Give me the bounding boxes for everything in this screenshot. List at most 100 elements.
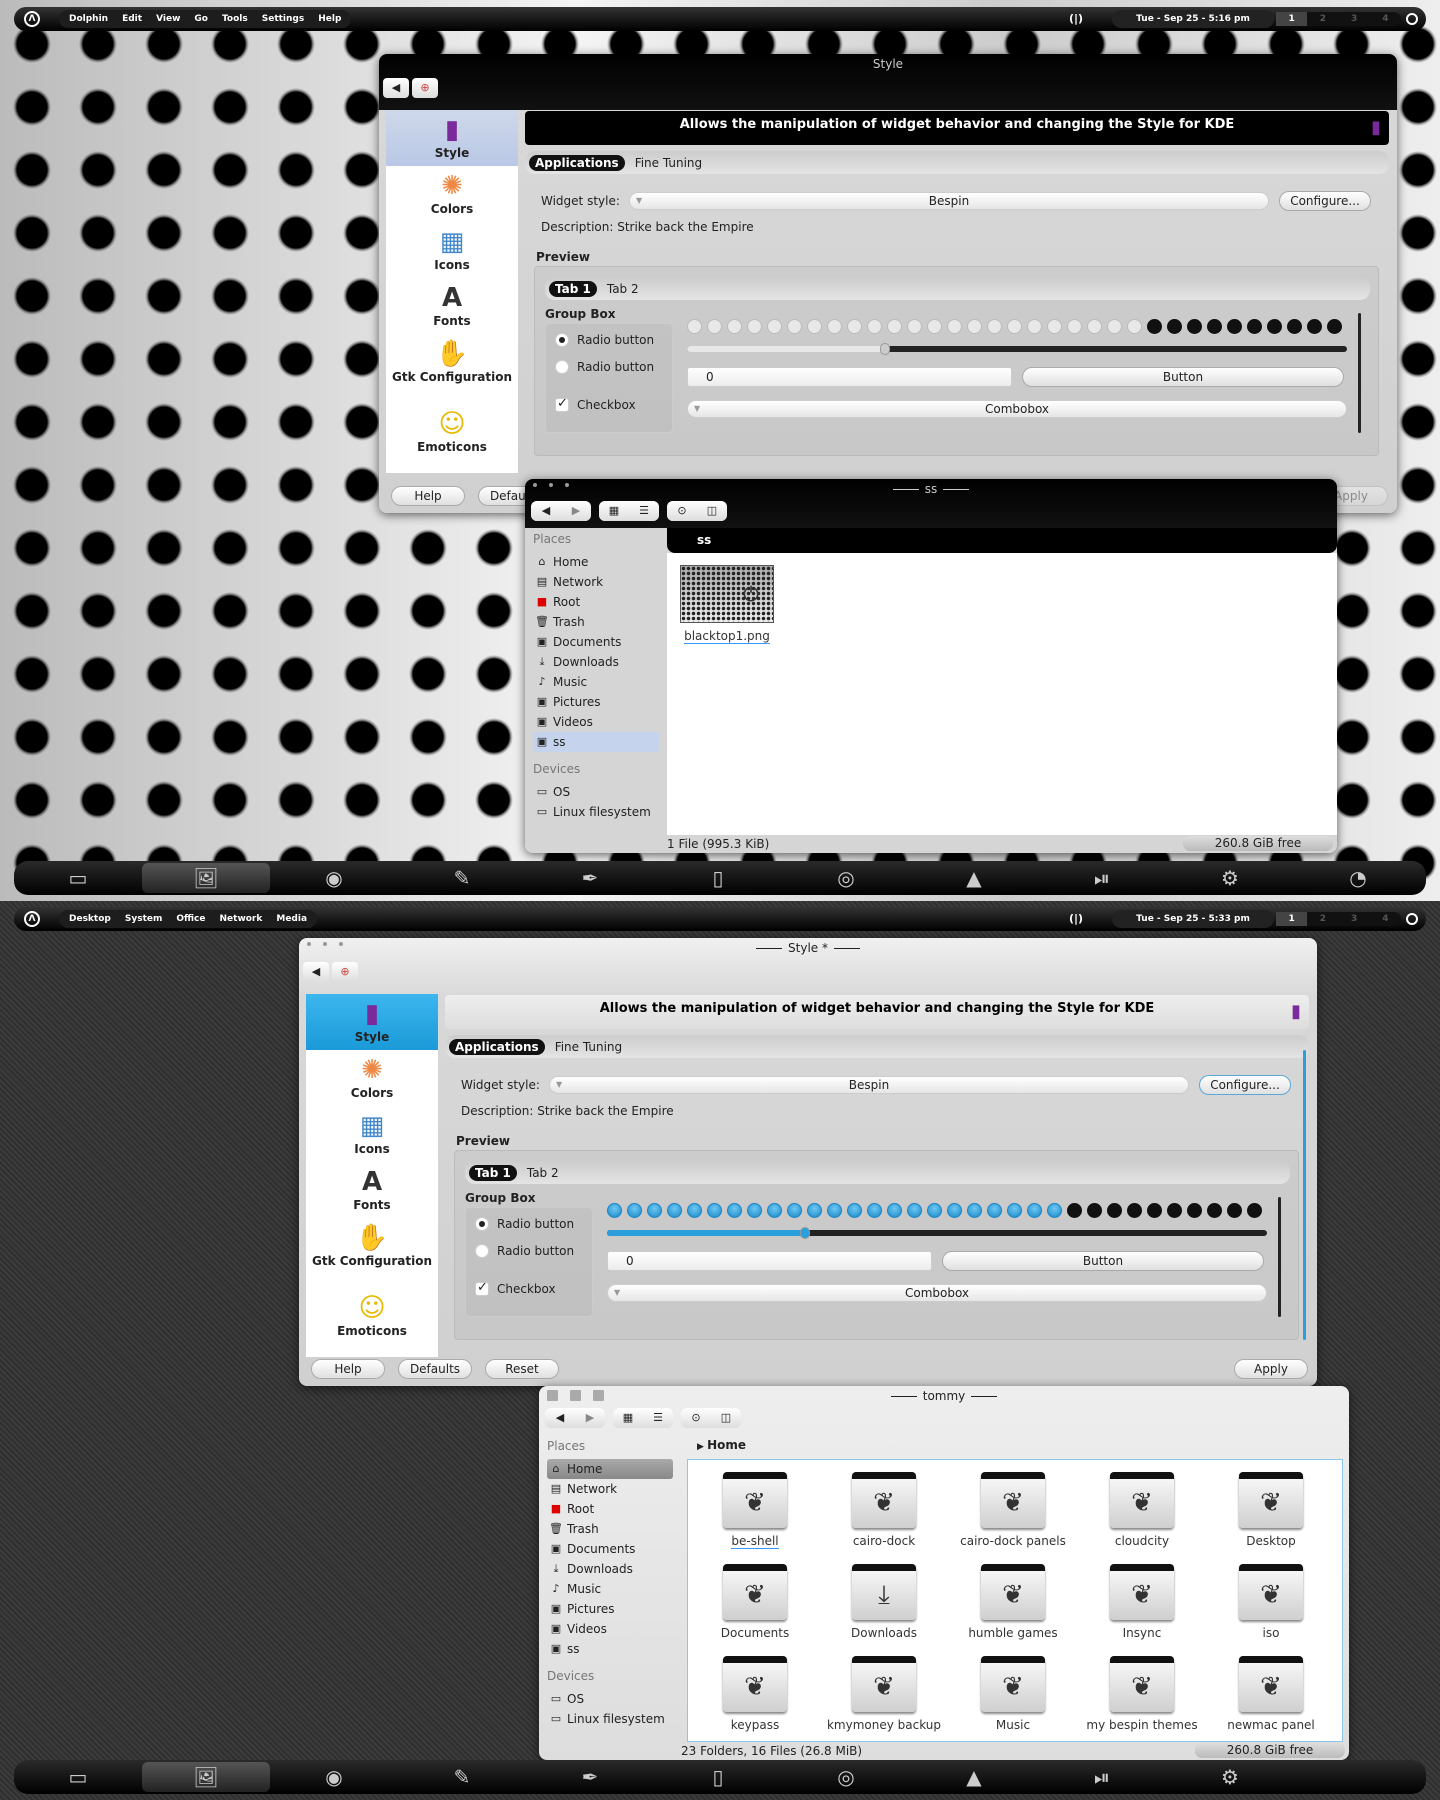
- back-button[interactable]: ◀: [545, 1408, 575, 1428]
- help-button[interactable]: Help: [311, 1359, 385, 1379]
- pen-icon[interactable]: ✒: [526, 1762, 654, 1792]
- file-item[interactable]: ❦ humble games: [954, 1564, 1072, 1640]
- settings-icon[interactable]: ⚙: [1166, 1762, 1294, 1792]
- preview-combobox[interactable]: ▼ Combobox: [607, 1284, 1267, 1302]
- maximize-button[interactable]: [593, 1390, 604, 1401]
- details-view-button[interactable]: ☰: [643, 1408, 673, 1428]
- menu-system[interactable]: System: [125, 914, 163, 924]
- preview-button[interactable]: ⊙: [667, 501, 697, 521]
- checkbox[interactable]: Checkbox: [555, 396, 636, 412]
- pen-icon[interactable]: ✒: [526, 863, 654, 893]
- tab-fine-tuning[interactable]: Fine Tuning: [555, 1040, 622, 1054]
- radio-button-2[interactable]: Radio button: [475, 1244, 574, 1258]
- place-videos[interactable]: ▣ Videos: [547, 1619, 673, 1639]
- file-item[interactable]: ❦ cairo-dock: [825, 1472, 943, 1548]
- media-player-icon[interactable]: ⏯: [1038, 863, 1166, 893]
- preview-button[interactable]: Button: [942, 1251, 1264, 1271]
- help-button[interactable]: Help: [391, 486, 465, 506]
- settings-icon[interactable]: ⚙: [1166, 863, 1294, 893]
- widget-style-combo[interactable]: ▼ Bespin: [549, 1076, 1189, 1094]
- clock[interactable]: Tue - Sep 25 - 5:16 pm: [1112, 10, 1274, 28]
- menu-view[interactable]: View: [156, 14, 180, 24]
- radio-button-2[interactable]: Radio button: [555, 360, 654, 374]
- place-home[interactable]: ⌂ Home: [547, 1459, 673, 1479]
- power-icon[interactable]: [1406, 913, 1418, 925]
- launcher-icon[interactable]: Λ: [24, 911, 40, 927]
- device-os[interactable]: ▭ OS: [533, 782, 659, 802]
- device-linux-filesystem[interactable]: ▭ Linux filesystem: [533, 802, 659, 822]
- split-button[interactable]: ◫: [697, 501, 727, 521]
- place-ss[interactable]: ▣ ss: [547, 1639, 673, 1659]
- forward-button[interactable]: ▶: [561, 501, 591, 521]
- configure-button[interactable]: Configure...: [1279, 191, 1371, 211]
- place-root[interactable]: ■ Root: [533, 592, 659, 612]
- minimize-button[interactable]: [570, 1390, 581, 1401]
- minimize-button[interactable]: [323, 942, 327, 946]
- tv-icon[interactable]: ▯: [654, 863, 782, 893]
- forward-button[interactable]: ▶: [575, 1408, 605, 1428]
- menu-tools[interactable]: Tools: [222, 14, 248, 24]
- power-icon[interactable]: [1406, 13, 1418, 25]
- file-item[interactable]: ❦ Desktop: [1212, 1472, 1330, 1548]
- device-linux-filesystem[interactable]: ▭ Linux filesystem: [547, 1709, 673, 1729]
- menu-dolphin[interactable]: Dolphin: [69, 14, 108, 24]
- file-item[interactable]: ❦ Documents: [696, 1564, 814, 1640]
- preview-button[interactable]: Button: [1022, 367, 1344, 387]
- sidebar-item-icons[interactable]: ▦ Icons: [386, 222, 518, 278]
- place-pictures[interactable]: ▣ Pictures: [547, 1599, 673, 1619]
- preview-combobox[interactable]: ▼ Combobox: [687, 400, 1347, 418]
- details-view-button[interactable]: ☰: [629, 501, 659, 521]
- file-item[interactable]: ❦ cloudcity: [1083, 1472, 1201, 1548]
- menu-network[interactable]: Network: [220, 914, 263, 924]
- cd-icon[interactable]: ◎: [782, 863, 910, 893]
- workspace-4[interactable]: 4: [1370, 12, 1401, 26]
- defaults-button[interactable]: Defaults: [398, 1359, 472, 1379]
- sidebar-item-gtk-configuration[interactable]: ✋ Gtk Configuration: [386, 334, 518, 404]
- sidebar-item-fonts[interactable]: A Fonts: [306, 1162, 438, 1218]
- sidebar-item-colors[interactable]: ✺ Colors: [306, 1050, 438, 1106]
- slider-handle[interactable]: [800, 1227, 810, 1239]
- file-item[interactable]: ❦ iso: [1212, 1564, 1330, 1640]
- back-button[interactable]: ◀: [531, 501, 561, 521]
- tray-indicator[interactable]: (|): [1069, 12, 1083, 25]
- place-home[interactable]: ⌂ Home: [533, 552, 659, 572]
- file-item[interactable]: ⤓ Downloads: [825, 1564, 943, 1640]
- minimize-button[interactable]: [549, 483, 553, 487]
- terminal-icon[interactable]: ▭: [14, 1762, 142, 1792]
- launcher-icon[interactable]: Λ: [24, 11, 40, 27]
- workspace-1[interactable]: 1: [1276, 912, 1308, 926]
- sidebar-item-style[interactable]: ▮ Style: [306, 994, 438, 1050]
- main-scrollbar[interactable]: [1303, 1050, 1306, 1340]
- workspace-2[interactable]: 2: [1307, 12, 1338, 26]
- menu-media[interactable]: Media: [276, 914, 307, 924]
- place-downloads[interactable]: ⤓ Downloads: [547, 1559, 673, 1579]
- workspace-2[interactable]: 2: [1307, 912, 1338, 926]
- icons-view-button[interactable]: ▦: [599, 501, 629, 521]
- place-trash[interactable]: 🗑 Trash: [547, 1519, 673, 1539]
- breadcrumb[interactable]: ▶ Home: [681, 1433, 1349, 1458]
- place-root[interactable]: ■ Root: [547, 1499, 673, 1519]
- sidebar-item-icons[interactable]: ▦ Icons: [306, 1106, 438, 1162]
- menu-settings[interactable]: Settings: [262, 14, 304, 24]
- split-button[interactable]: ◫: [711, 1408, 741, 1428]
- place-documents[interactable]: ▣ Documents: [547, 1539, 673, 1559]
- terminal-icon[interactable]: ▭: [14, 863, 142, 893]
- place-documents[interactable]: ▣ Documents: [533, 632, 659, 652]
- workspace-1[interactable]: 1: [1276, 12, 1308, 26]
- menu-edit[interactable]: Edit: [122, 14, 142, 24]
- preview-tab-1[interactable]: Tab 1: [549, 280, 597, 297]
- eye-icon[interactable]: ◔: [1294, 863, 1422, 893]
- place-videos[interactable]: ▣ Videos: [533, 712, 659, 732]
- slider-handle[interactable]: [880, 343, 890, 355]
- file-item[interactable]: ❦ Music: [954, 1656, 1072, 1732]
- place-pictures[interactable]: ▣ Pictures: [533, 692, 659, 712]
- spinbox[interactable]: 0: [687, 367, 1012, 387]
- text-editor-icon[interactable]: ✎: [398, 863, 526, 893]
- tv-icon[interactable]: ▯: [654, 1762, 782, 1792]
- place-downloads[interactable]: ⤓ Downloads: [533, 652, 659, 672]
- preview-button[interactable]: ⊙: [681, 1408, 711, 1428]
- sidebar-item-style[interactable]: ▮ Style: [386, 110, 518, 166]
- preview-scrollbar[interactable]: [1278, 1197, 1281, 1317]
- close-button[interactable]: [307, 942, 311, 946]
- sidebar-item-emoticons[interactable]: ☺ Emoticons: [306, 1288, 438, 1344]
